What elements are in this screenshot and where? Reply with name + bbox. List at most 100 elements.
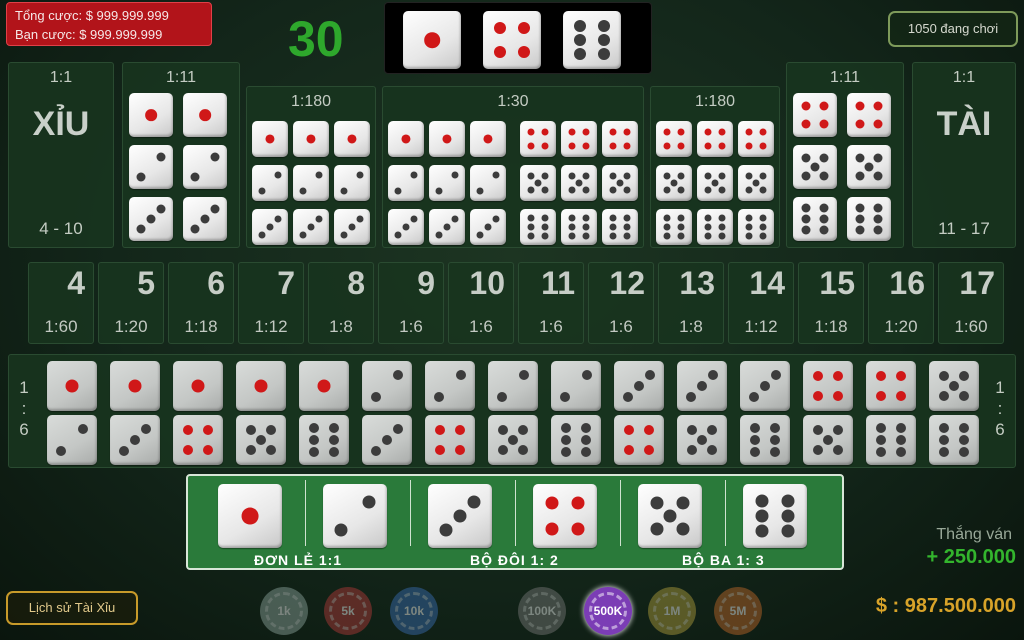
bet-sum-4[interactable]: 4 1:60	[28, 262, 94, 344]
chip-5k-button[interactable]: 5k	[324, 587, 372, 635]
die-face-4-icon	[173, 415, 223, 465]
die-face-1-icon	[388, 121, 424, 157]
die-face-2-icon	[183, 145, 227, 189]
die-face-3-icon	[428, 484, 492, 548]
die-face-2-icon	[47, 415, 97, 465]
bet-sum-8[interactable]: 8 1:8	[308, 262, 374, 344]
bet-sum-9[interactable]: 9 1:6	[378, 262, 444, 344]
die-face-4-icon	[520, 121, 556, 157]
die-face-3-icon	[614, 361, 664, 411]
die-face-5-icon	[697, 165, 733, 201]
die-face-5-icon	[602, 165, 638, 201]
bet-tai[interactable]: 1:1 TÀI 11 - 17	[912, 62, 1016, 248]
die-face-1-icon	[429, 121, 465, 157]
chip-100k-button[interactable]: 100K	[518, 587, 566, 635]
sum-odds: 1:6	[539, 317, 563, 336]
history-button[interactable]: Lịch sử Tài Xỉu	[6, 591, 138, 625]
die-face-6-icon	[551, 415, 601, 465]
chip-500k-button[interactable]: 500K	[584, 587, 632, 635]
die-face-6-icon	[847, 197, 891, 241]
die-face-3-icon	[334, 209, 370, 245]
bet-any-triple[interactable]: 1:30	[382, 86, 644, 248]
bet-sum-11[interactable]: 11 1:6	[518, 262, 584, 344]
bet-sum-5[interactable]: 5 1:20	[98, 262, 164, 344]
sum-total: 15	[819, 265, 855, 301]
bet-pair-2-5[interactable]	[486, 359, 542, 465]
bet-sum-13[interactable]: 13 1:8	[658, 262, 724, 344]
chip-1k-button[interactable]: 1k	[260, 587, 308, 635]
die-face-4-icon	[561, 121, 597, 157]
die-face-6-icon	[697, 209, 733, 245]
die-face-6-icon	[563, 11, 621, 69]
die-face-5-icon	[520, 165, 556, 201]
die-face-6-icon	[929, 415, 979, 465]
bet-sum-17[interactable]: 17 1:60	[938, 262, 1004, 344]
bet-sum-6[interactable]: 6 1:18	[168, 262, 234, 344]
bet-xiu[interactable]: 1:1 XỈU 4 - 10	[8, 62, 114, 248]
doubles-high-odds: 1:11	[830, 69, 860, 86]
die-face-4-icon	[847, 93, 891, 137]
bonus-divider	[620, 480, 621, 546]
bet-pair-1-6[interactable]	[297, 359, 353, 465]
bet-triples-high[interactable]: 1:180	[650, 86, 780, 248]
die-face-6-icon	[299, 415, 349, 465]
bet-doubles-high[interactable]: 1:11	[786, 62, 904, 248]
die-face-1-icon	[236, 361, 286, 411]
bet-pair-2-4[interactable]	[423, 359, 479, 465]
bet-triples-low[interactable]: 1:180	[246, 86, 376, 248]
bet-pair-2-6[interactable]	[549, 359, 605, 465]
die-face-5-icon	[929, 361, 979, 411]
tai-label: TÀI	[936, 105, 992, 143]
bet-sum-12[interactable]: 12 1:6	[588, 262, 654, 344]
bet-sum-14[interactable]: 14 1:12	[728, 262, 794, 344]
bet-sum-7[interactable]: 7 1:12	[238, 262, 304, 344]
die-face-5-icon	[561, 165, 597, 201]
die-face-2-icon	[388, 165, 424, 201]
chip-10k-button[interactable]: 10k	[390, 587, 438, 635]
die-face-1-icon	[173, 361, 223, 411]
die-face-1-icon	[183, 93, 227, 137]
bet-pair-2-3[interactable]	[360, 359, 416, 465]
die-face-6-icon	[740, 415, 790, 465]
triples-high-odds: 1:180	[694, 93, 736, 110]
die-face-4-icon	[425, 415, 475, 465]
bet-single-dice-area[interactable]: ĐƠN LẺ 1:1 BỘ ĐÔI 1: 2 BỘ BA 1: 3	[186, 474, 844, 570]
bet-pair-1-4[interactable]	[171, 359, 227, 465]
win-label: Thắng ván	[936, 526, 1012, 543]
bet-pair-5-6[interactable]	[927, 359, 983, 465]
bet-pair-3-5[interactable]	[675, 359, 731, 465]
die-face-2-icon	[323, 484, 387, 548]
die-face-1-icon	[293, 121, 329, 157]
die-face-2-icon	[362, 361, 412, 411]
xiu-label: XỈU	[32, 105, 90, 143]
sum-total: 7	[277, 265, 295, 301]
chip-5m-button[interactable]: 5M	[714, 587, 762, 635]
chip-1m-button[interactable]: 1M	[648, 587, 696, 635]
sum-total: 11	[541, 265, 575, 301]
bet-sum-10[interactable]: 10 1:6	[448, 262, 514, 344]
bet-sum-16[interactable]: 16 1:20	[868, 262, 934, 344]
bet-doubles-low[interactable]: 1:11	[122, 62, 240, 248]
total-bet-text: Tổng cược: $ 999.999.999	[15, 8, 169, 23]
bet-pair-1-2[interactable]	[45, 359, 101, 465]
bet-pair-1-3[interactable]	[108, 359, 164, 465]
sum-odds: 1:18	[814, 317, 848, 336]
bet-pair-3-6[interactable]	[738, 359, 794, 465]
die-face-2-icon	[334, 165, 370, 201]
sum-odds: 1:20	[884, 317, 918, 336]
bet-pair-4-6[interactable]	[864, 359, 920, 465]
pairs-odds-left: 1:6	[19, 378, 29, 439]
bet-sum-15[interactable]: 15 1:18	[798, 262, 864, 344]
sum-odds: 1:6	[609, 317, 633, 336]
die-face-2-icon	[129, 145, 173, 189]
bet-pair-1-5[interactable]	[234, 359, 290, 465]
die-face-2-icon	[488, 361, 538, 411]
sum-odds: 1:60	[44, 317, 78, 336]
bet-pair-3-4[interactable]	[612, 359, 668, 465]
countdown-timer: 30	[288, 11, 344, 67]
die-face-1-icon	[252, 121, 288, 157]
bet-totals-panel: Tổng cược: $ 999.999.999 Bạn cược: $ 999…	[6, 2, 212, 46]
die-face-5-icon	[793, 145, 837, 189]
die-face-6-icon	[866, 415, 916, 465]
bet-pair-4-5[interactable]	[801, 359, 857, 465]
